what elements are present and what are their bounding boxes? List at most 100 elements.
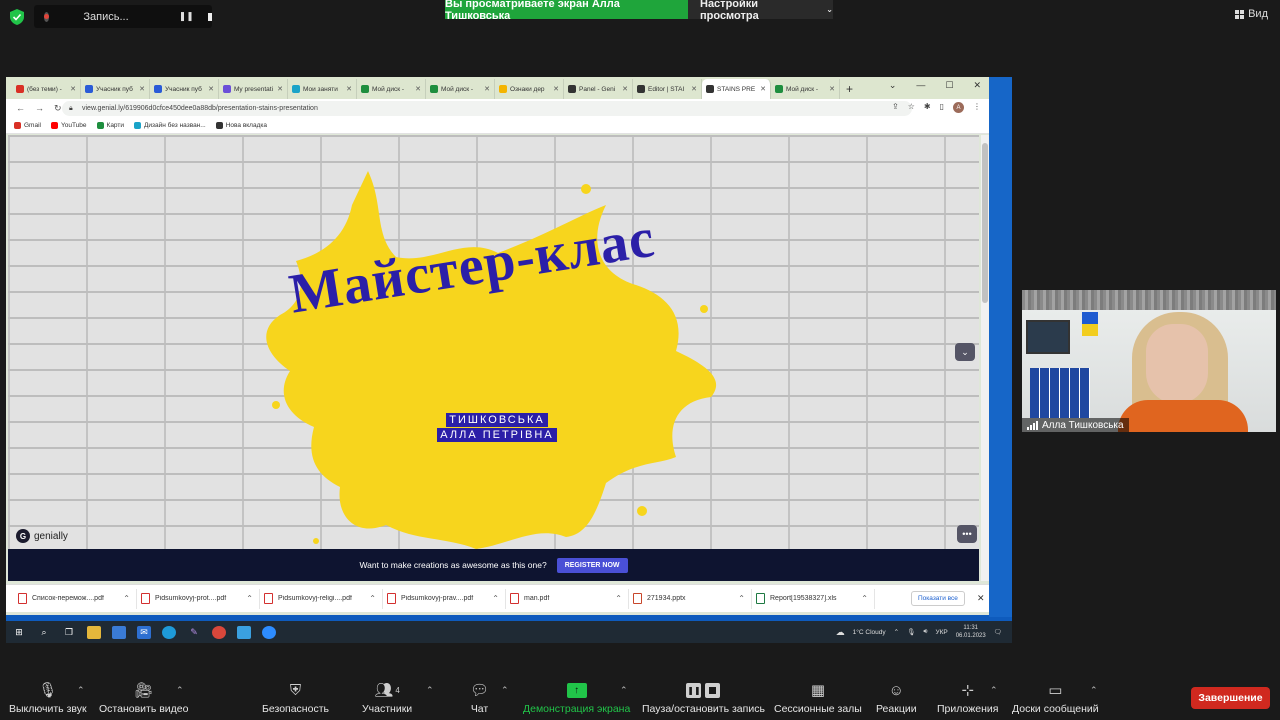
download-item[interactable]: Pidsumkovyj-prot....pdf ⌃ [137, 588, 260, 609]
tab-close-icon[interactable]: ✕ [415, 85, 421, 93]
tab-close-icon[interactable]: ✕ [139, 85, 145, 93]
task-view-icon[interactable]: ❐ [62, 626, 76, 639]
close-downloads-icon[interactable]: ✕ [977, 593, 985, 604]
pen-app-icon[interactable]: ✎ [187, 626, 201, 639]
mute-button[interactable]: 🎙︎ Выключить звук [9, 680, 87, 715]
tab-close-icon[interactable]: ✕ [691, 85, 697, 93]
file-explorer-icon[interactable] [87, 625, 101, 639]
browser-tab[interactable]: Мой диск - ✕ [357, 79, 426, 99]
download-item[interactable]: 271934.pptx ⌃ [629, 588, 752, 609]
tab-close-icon[interactable]: ✕ [760, 85, 766, 93]
genially-logo[interactable]: G genially [16, 529, 68, 543]
store-icon[interactable] [112, 625, 126, 639]
microphone-tray-icon[interactable]: 🎙︎ [907, 628, 915, 636]
tab-close-icon[interactable]: ✕ [622, 85, 628, 93]
download-options-chevron-icon[interactable]: ⌃ [123, 594, 136, 603]
share-screen-button[interactable]: ↑ Демонстрация экрана [523, 680, 630, 715]
participants-button[interactable]: 👥︎ 4 Участники [362, 680, 412, 715]
share-page-icon[interactable]: ⇪ [892, 102, 899, 113]
chat-caret-icon[interactable]: ⌃ [501, 685, 509, 696]
search-icon[interactable]: ⌕ [37, 626, 51, 639]
page-scrollbar[interactable] [981, 135, 989, 581]
download-item[interactable]: man.pdf ⌃ [506, 588, 629, 609]
tab-close-icon[interactable]: ✕ [277, 85, 283, 93]
view-options-dropdown[interactable]: Настройки просмотра ⌄ [688, 0, 833, 22]
mail-icon[interactable]: ✉ [137, 625, 151, 639]
language-indicator[interactable]: УКР [935, 629, 947, 636]
browser-tab[interactable]: Ознаки дер ✕ [495, 79, 564, 99]
chrome-icon[interactable] [212, 625, 226, 639]
view-button[interactable]: Вид [1235, 8, 1268, 20]
bookmark-item[interactable]: Нова вкладка [215, 122, 267, 129]
download-options-chevron-icon[interactable]: ⌃ [369, 594, 382, 603]
reactions-button[interactable]: ☺ Реакции [876, 680, 917, 716]
download-item[interactable]: Список-перемож....pdf ⌃ [14, 588, 137, 609]
browser-tab[interactable]: Мой диск - ✕ [771, 79, 840, 99]
photos-icon[interactable] [237, 625, 251, 639]
end-meeting-button[interactable]: Завершение [1191, 687, 1270, 709]
download-item[interactable]: Report[19538327].xls ⌃ [752, 588, 875, 609]
url-field[interactable]: 🔒︎ view.genial.ly/619906d0cfce450dee0a88… [62, 101, 912, 116]
show-all-downloads-button[interactable]: Показати все [911, 591, 965, 606]
tab-close-icon[interactable]: ✕ [829, 85, 835, 93]
profile-avatar[interactable]: A [953, 102, 964, 113]
browser-tab[interactable]: STAINS PRE ✕ [702, 79, 771, 99]
edge-icon[interactable] [162, 625, 176, 639]
breakout-rooms-button[interactable]: ▦ Сессионные залы [774, 680, 862, 715]
tab-close-icon[interactable]: ✕ [484, 85, 490, 93]
windows-start-icon[interactable]: ⊞ [12, 626, 26, 639]
forward-icon[interactable]: → [35, 103, 44, 114]
browser-tab[interactable]: Panel - Geni ✕ [564, 79, 633, 99]
tab-close-icon[interactable]: ✕ [346, 85, 352, 93]
tab-close-icon[interactable]: ✕ [70, 85, 76, 93]
maximize-icon[interactable]: ☐ [945, 80, 953, 91]
tray-chevron-icon[interactable]: ⌃ [894, 628, 899, 636]
new-tab-plus-icon[interactable]: + [846, 79, 853, 99]
pause-recording-icon[interactable]: ❚❚ [179, 11, 194, 22]
sidebar-icon[interactable]: ▯ [940, 102, 944, 113]
whiteboards-caret-icon[interactable]: ⌃ [1090, 685, 1098, 696]
audio-options-caret-icon[interactable]: ⌃ [77, 685, 85, 696]
pause-record-button[interactable]: ❚❚ Пауза/остановить запись [642, 680, 765, 715]
download-options-chevron-icon[interactable]: ⌃ [492, 594, 505, 603]
browser-tab[interactable]: Editor | STAI ✕ [633, 79, 702, 99]
apps-caret-icon[interactable]: ⌃ [990, 685, 998, 696]
extensions-icon[interactable]: ✱ [924, 102, 931, 113]
menu-kebab-icon[interactable]: ⋮ [973, 102, 981, 113]
notifications-icon[interactable]: 🗨︎ [994, 628, 1002, 636]
genially-presentation[interactable]: Майстер-клас ТИШКОВСЬКА АЛЛА ПЕТРІВНА G … [8, 135, 979, 549]
tab-close-icon[interactable]: ✕ [208, 85, 214, 93]
scrollbar-thumb[interactable] [982, 143, 988, 303]
tab-search-chevron-icon[interactable]: ⌄ [889, 80, 897, 91]
volume-tray-icon[interactable]: 🔊︎ [923, 628, 927, 636]
recording-indicator[interactable]: Запись... ❚❚ [34, 5, 212, 28]
bookmark-item[interactable]: Gmail [14, 122, 41, 129]
bookmark-item[interactable]: Карти [96, 122, 124, 129]
reload-icon[interactable]: ↻ [54, 103, 62, 114]
bookmark-item[interactable]: YouTube [50, 122, 87, 129]
whiteboards-button[interactable]: ▭ Доски сообщений [1012, 680, 1099, 715]
browser-tab[interactable]: Учасник пуб ✕ [150, 79, 219, 99]
video-options-caret-icon[interactable]: ⌃ [176, 685, 184, 696]
minimize-icon[interactable]: — [916, 80, 925, 91]
download-item[interactable]: Pidsumkovyj-prav....pdf ⌃ [383, 588, 506, 609]
stop-recording-icon[interactable] [207, 12, 212, 21]
weather-text[interactable]: 1°C Cloudy [853, 629, 886, 636]
expand-chevron-button[interactable]: ⌄ [955, 343, 975, 361]
participant-video-tile[interactable]: Алла Тишковська [1022, 290, 1276, 432]
download-options-chevron-icon[interactable]: ⌃ [246, 594, 259, 603]
download-options-chevron-icon[interactable]: ⌃ [738, 594, 751, 603]
close-window-icon[interactable]: ✕ [973, 80, 981, 91]
share-caret-icon[interactable]: ⌃ [620, 685, 628, 696]
browser-tab[interactable]: My presentati ✕ [219, 79, 288, 99]
taskbar-clock[interactable]: 11:31 06.01.2023 [956, 624, 986, 640]
shield-check-icon[interactable] [10, 9, 24, 25]
tab-close-icon[interactable]: ✕ [553, 85, 559, 93]
participants-caret-icon[interactable]: ⌃ [426, 685, 434, 696]
browser-tab[interactable]: (без теми) - ✕ [12, 79, 81, 99]
chat-button[interactable]: 💬︎ Чат [470, 680, 489, 715]
browser-tab[interactable]: Мои заняти ✕ [288, 79, 357, 99]
register-now-button[interactable]: REGISTER NOW [556, 557, 628, 573]
browser-tab[interactable]: Учасник пуб ✕ [81, 79, 150, 99]
bookmark-star-icon[interactable]: ☆ [908, 102, 915, 113]
